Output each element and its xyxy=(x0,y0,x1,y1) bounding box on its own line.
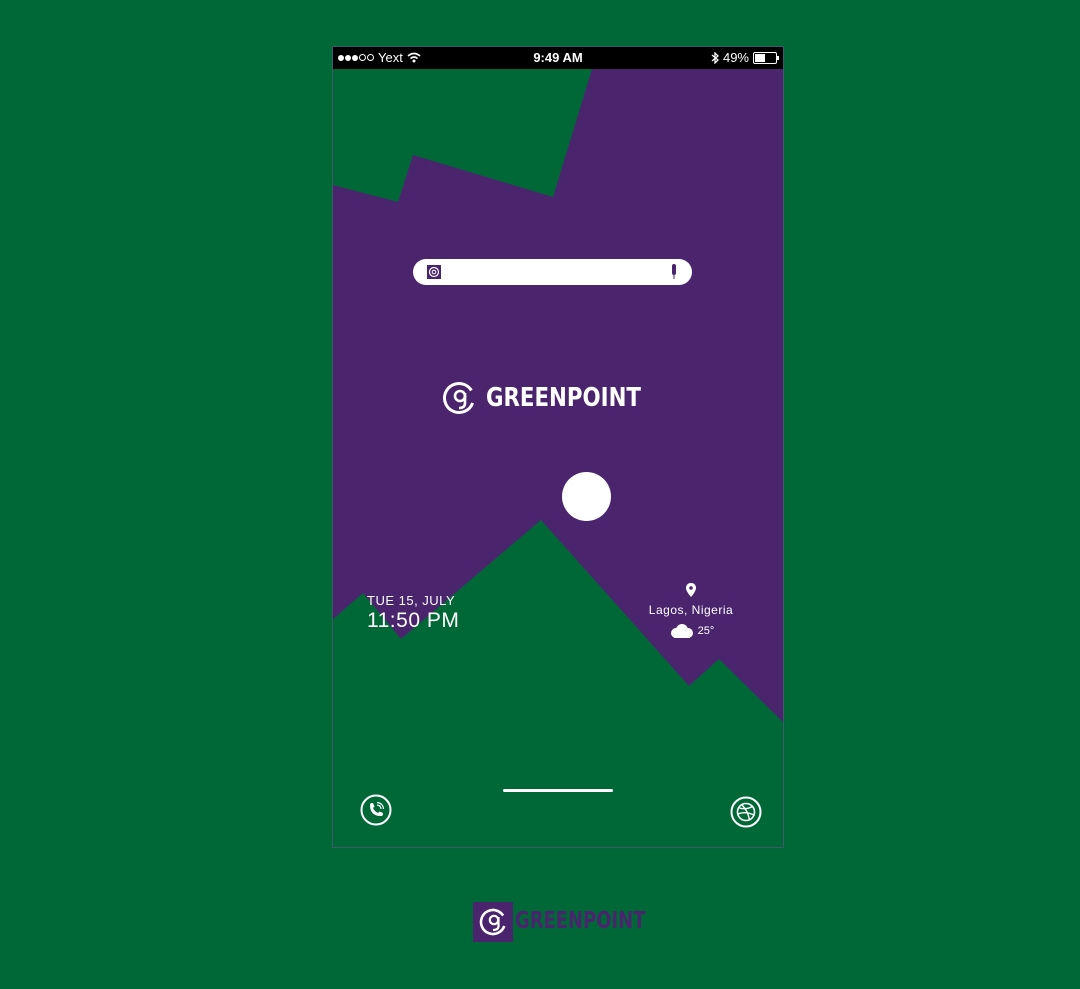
temperature-label: 25° xyxy=(697,625,715,637)
location-label: Lagos, Nigeria xyxy=(648,603,734,617)
phone-call-icon[interactable] xyxy=(360,794,392,826)
greenpoint-g-icon xyxy=(442,382,475,414)
brand-name: GREENPOINT xyxy=(485,383,641,413)
search-input[interactable] xyxy=(447,262,651,284)
microphone-icon[interactable] xyxy=(671,264,677,280)
time-label: 11:50 PM xyxy=(367,609,460,632)
weather-widget: Lagos, Nigeria 25° xyxy=(641,583,741,639)
status-bar: Yext 9:49 AM 49% xyxy=(333,47,783,69)
footer-brand-logo: GREENPOINT xyxy=(473,902,645,942)
bottom-mountain-shape xyxy=(333,520,783,847)
greenpoint-logo-icon xyxy=(427,265,441,279)
status-right: 49% xyxy=(711,50,779,65)
temperature-row: 25° xyxy=(641,623,741,639)
home-indicator[interactable] xyxy=(503,789,613,792)
footer-g-icon xyxy=(473,902,513,942)
bluetooth-icon xyxy=(711,51,719,64)
dribbble-icon[interactable] xyxy=(730,796,762,828)
location-pin-icon xyxy=(686,583,696,597)
phone-screen: Yext 9:49 AM 49% GREENPOINT TUE 15, JULY… xyxy=(333,47,783,847)
bottom-strip xyxy=(333,835,783,847)
sun-circle xyxy=(562,472,611,521)
clock-widget: TUE 15, JULY 11:50 PM xyxy=(367,593,459,633)
cloud-icon xyxy=(670,624,693,638)
footer-brand-name: GREENPOINT xyxy=(515,908,646,934)
date-label: TUE 15, JULY xyxy=(367,593,456,608)
brand-logo: GREENPOINT xyxy=(333,381,783,415)
top-mountain-shape xyxy=(333,69,592,202)
battery-percent: 49% xyxy=(722,50,749,65)
battery-icon xyxy=(753,51,779,64)
search-bar[interactable] xyxy=(413,259,692,285)
landscape-background xyxy=(333,69,783,847)
